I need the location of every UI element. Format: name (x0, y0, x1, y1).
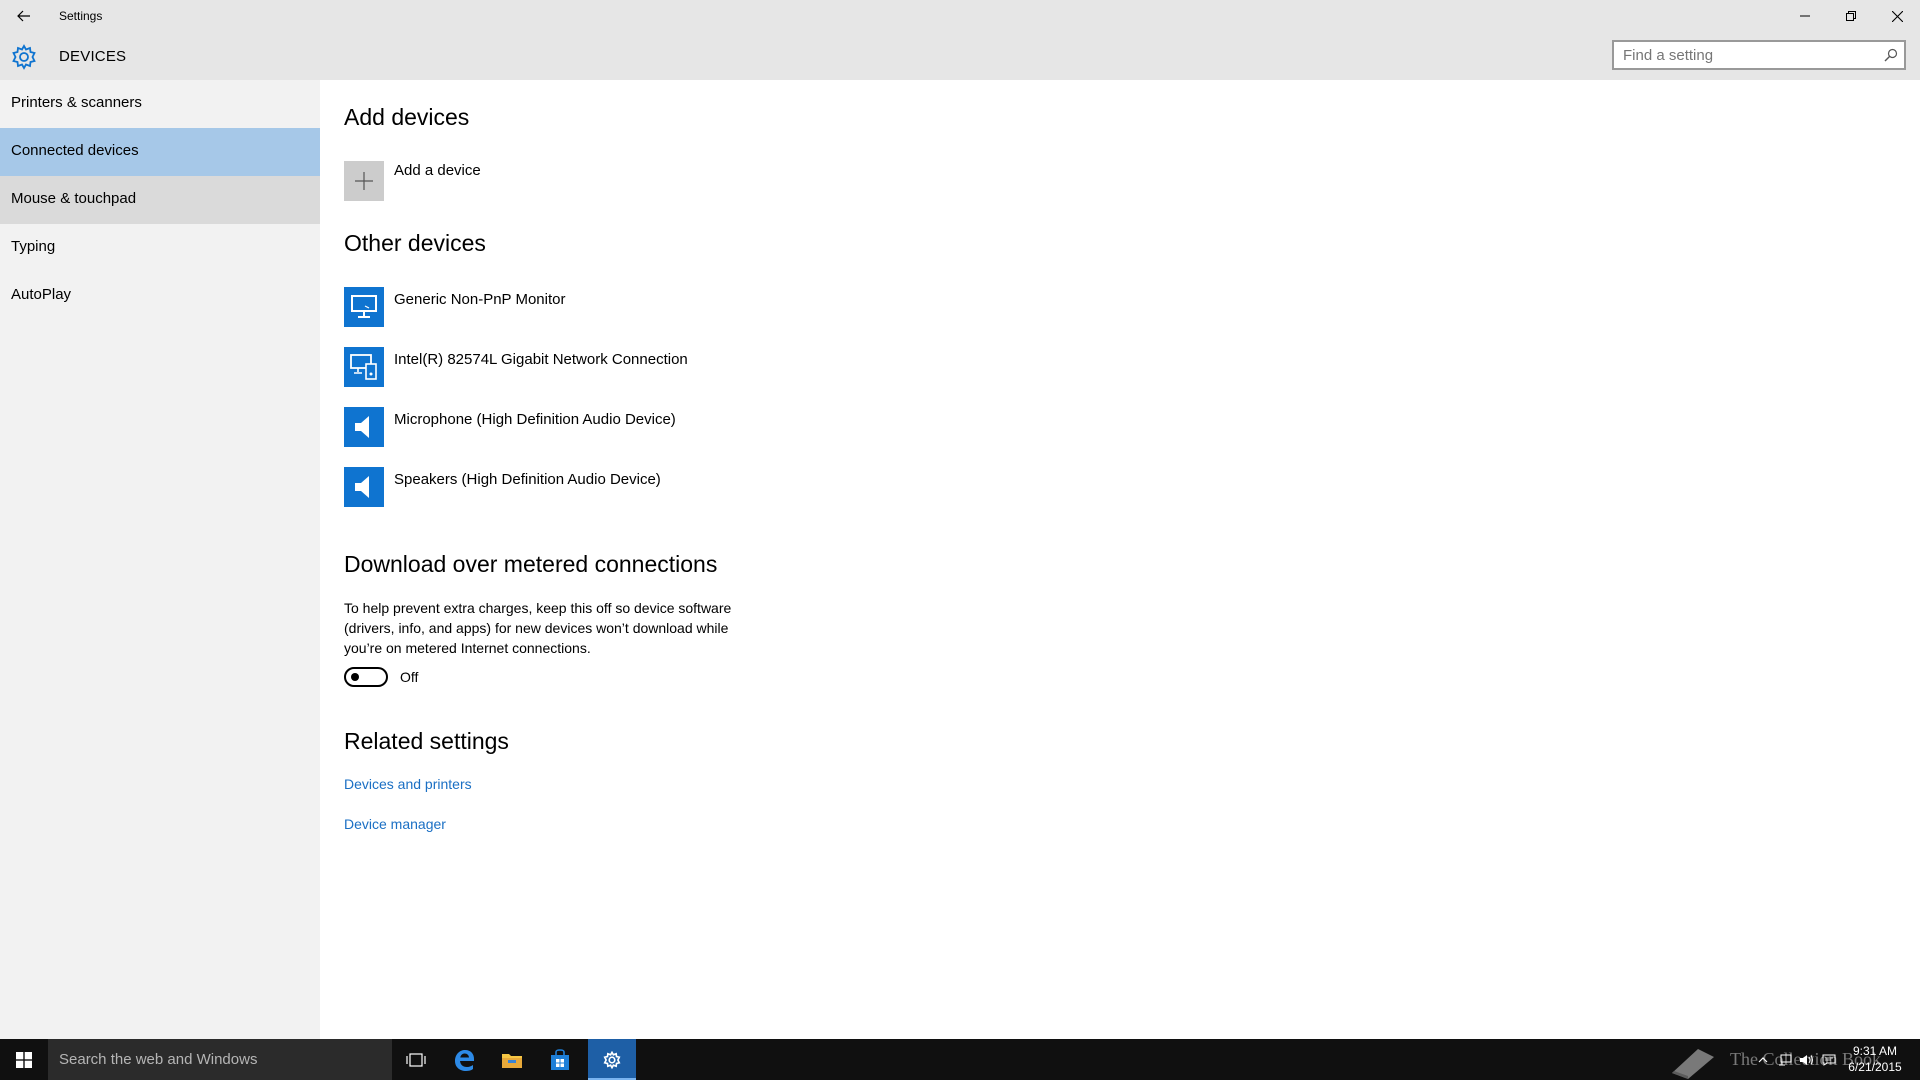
start-button[interactable] (0, 1039, 48, 1080)
device-item[interactable]: Microphone (High Definition Audio Device… (344, 407, 944, 449)
back-button[interactable] (8, 0, 40, 32)
device-manager-link[interactable]: Device manager (344, 816, 446, 832)
add-device-tile (344, 161, 384, 201)
settings-taskbar-button[interactable] (588, 1039, 636, 1080)
gear-icon (12, 44, 36, 70)
add-devices-heading: Add devices (344, 104, 470, 130)
speaker-icon (355, 416, 369, 438)
metered-heading: Download over metered connections (344, 551, 718, 577)
sidebar-item-mouse-touchpad[interactable]: Mouse & touchpad (0, 176, 320, 224)
restore-button[interactable] (1828, 0, 1874, 32)
main-content: Add devices Add a device Other devices G… (320, 80, 1920, 1039)
device-label: Intel(R) 82574L Gigabit Network Connecti… (394, 351, 688, 368)
volume-icon (1800, 1054, 1813, 1065)
minimize-icon (1800, 15, 1810, 17)
device-tile (344, 347, 384, 387)
metered-description: To help prevent extra charges, keep this… (344, 600, 732, 656)
search-input[interactable] (1614, 42, 1873, 68)
monitor-icon (351, 295, 377, 318)
title-bar: Settings (0, 0, 1920, 32)
edge-browser-button[interactable] (440, 1039, 488, 1080)
windows-logo-icon (16, 1051, 32, 1068)
settings-header: DEVICES (0, 32, 1920, 80)
sidebar-item-printers-scanners[interactable]: Printers & scanners (0, 80, 320, 128)
sidebar-item-connected-devices[interactable]: Connected devices (0, 128, 320, 176)
device-tile (344, 467, 384, 507)
toggle-state-label: Off (400, 669, 419, 685)
device-label: Microphone (High Definition Audio Device… (394, 411, 676, 428)
taskbar-search-placeholder: Search the web and Windows (59, 1051, 258, 1068)
devices-and-printers-link[interactable]: Devices and printers (344, 776, 472, 792)
task-view-icon (406, 1052, 426, 1067)
sidebar: Printers & scanners Connected devices Mo… (0, 80, 320, 1039)
action-center-button[interactable] (1818, 1039, 1840, 1080)
edge-icon (455, 1049, 474, 1071)
search-icon[interactable] (1884, 48, 1898, 62)
close-button[interactable] (1874, 0, 1920, 32)
gear-icon (603, 1050, 621, 1069)
file-explorer-button[interactable] (488, 1039, 536, 1080)
minimize-button[interactable] (1782, 0, 1828, 32)
taskbar: Search the web and Windows The Collectio… (0, 1039, 1920, 1080)
window-title: Settings (59, 9, 103, 23)
store-icon (551, 1048, 569, 1070)
device-tile (344, 407, 384, 447)
device-label: Generic Non-PnP Monitor (394, 291, 566, 308)
add-device-label: Add a device (394, 162, 481, 179)
device-label: Speakers (High Definition Audio Device) (394, 471, 661, 488)
clock-time: 9:31 AM (1852, 1044, 1898, 1058)
speaker-icon (355, 476, 369, 498)
book-logo-icon (1672, 1049, 1714, 1079)
message-icon (1822, 1054, 1836, 1066)
close-icon (1891, 10, 1903, 22)
related-settings-heading: Related settings (344, 728, 509, 754)
device-item[interactable]: Generic Non-PnP Monitor (344, 287, 944, 329)
network-icon (1779, 1054, 1792, 1065)
device-item[interactable]: Intel(R) 82574L Gigabit Network Connecti… (344, 347, 944, 389)
taskbar-search-box[interactable]: Search the web and Windows (48, 1039, 392, 1080)
sidebar-item-label: Printers & scanners (11, 94, 142, 111)
device-tile (344, 287, 384, 327)
find-setting-box[interactable] (1612, 40, 1906, 70)
folder-icon (502, 1053, 522, 1068)
chevron-up-icon (1758, 1056, 1768, 1062)
sidebar-item-label: AutoPlay (11, 286, 72, 303)
toggle-switch[interactable] (344, 667, 388, 687)
metered-toggle[interactable]: Off (344, 667, 464, 689)
restore-icon (1846, 11, 1856, 21)
sidebar-item-label: Typing (11, 238, 56, 255)
plus-icon (355, 172, 373, 190)
task-view-button[interactable] (392, 1039, 440, 1080)
device-item[interactable]: Speakers (High Definition Audio Device) (344, 467, 944, 509)
sidebar-item-autoplay[interactable]: AutoPlay (0, 272, 320, 320)
sidebar-item-label: Mouse & touchpad (11, 190, 137, 207)
store-button[interactable] (536, 1039, 584, 1080)
volume-tray-button[interactable] (1796, 1039, 1818, 1080)
show-hidden-icons-button[interactable] (1752, 1039, 1774, 1080)
clock-date: 6/21/2015 (1848, 1060, 1902, 1074)
network-device-icon (350, 354, 377, 380)
back-arrow-icon (17, 10, 30, 22)
taskbar-clock[interactable]: 9:31 AM 6/21/2015 (1840, 1043, 1910, 1075)
add-device-button[interactable]: Add a device (344, 161, 944, 203)
other-devices-heading: Other devices (344, 230, 486, 256)
sidebar-item-label: Connected devices (11, 142, 139, 159)
sidebar-item-typing[interactable]: Typing (0, 224, 320, 272)
network-tray-button[interactable] (1774, 1039, 1796, 1080)
page-title: DEVICES (59, 48, 127, 65)
toggle-knob (351, 673, 359, 681)
